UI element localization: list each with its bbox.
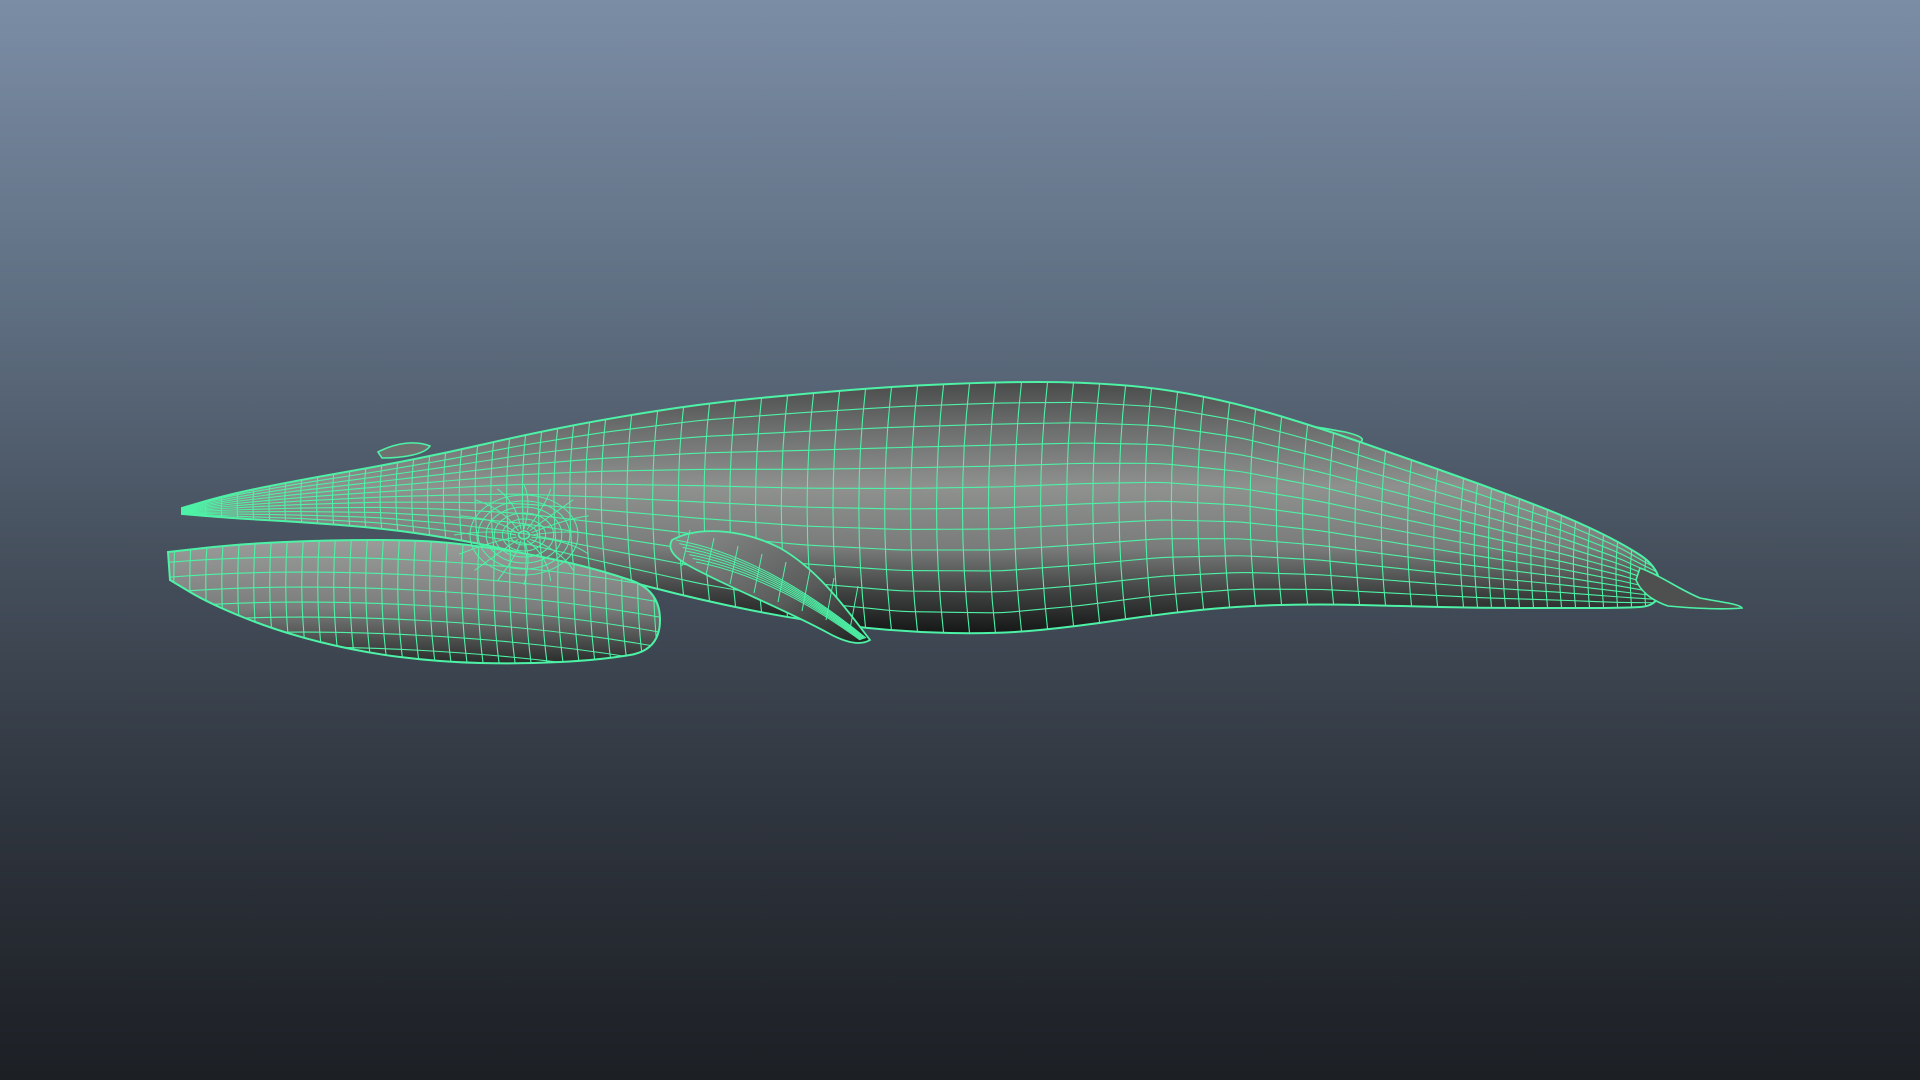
maya-3d-viewport[interactable]	[0, 0, 1920, 1080]
whale-model[interactable]	[160, 378, 1744, 679]
rostrum-ridge[interactable]	[376, 442, 432, 459]
viewport-scene[interactable]	[0, 0, 1920, 1080]
